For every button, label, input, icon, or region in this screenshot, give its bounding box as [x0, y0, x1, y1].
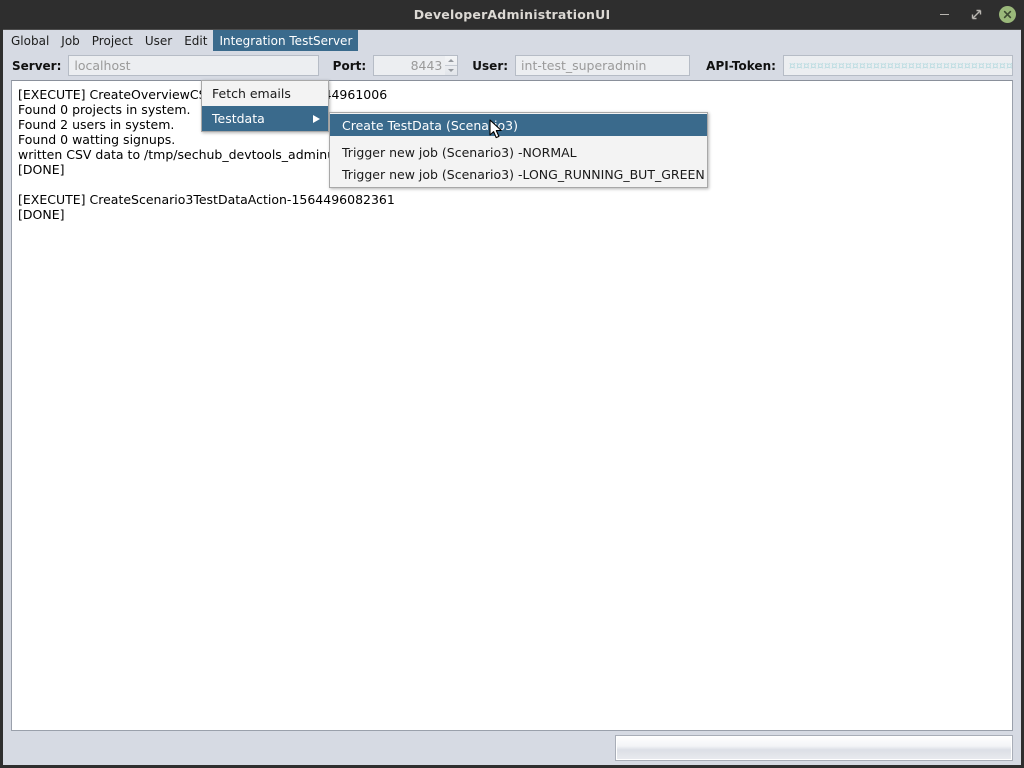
window-title: DeveloperAdministrationUI — [413, 7, 611, 22]
submenu-arrow-icon — [313, 114, 320, 123]
menu-item-trigger-job-normal[interactable]: Trigger new job (Scenario3) -NORMAL — [330, 141, 707, 163]
api-token-label: API-Token: — [706, 58, 776, 73]
progress-bar — [615, 735, 1013, 761]
application-window: DeveloperAdministrationUI Global Job Pro… — [0, 0, 1024, 768]
menu-item-fetch-emails[interactable]: Fetch emails — [202, 81, 328, 106]
minimize-icon[interactable] — [935, 6, 953, 24]
chevron-up-icon — [448, 58, 455, 62]
menu-item-testdata[interactable]: Testdata — [202, 106, 328, 131]
menu-bar: Global Job Project User Edit Integration… — [3, 30, 1021, 51]
port-label: Port: — [332, 58, 367, 73]
port-stepper-down[interactable] — [445, 66, 457, 76]
chevron-down-icon — [448, 68, 455, 72]
menu-project[interactable]: Project — [86, 30, 139, 51]
status-bar — [3, 731, 1021, 765]
api-token-input[interactable]: ¤¤¤¤¤¤¤¤¤¤¤¤¤¤¤¤¤¤¤¤¤¤¤¤¤¤¤¤¤¤¤¤¤¤ — [782, 55, 1013, 76]
server-label: Server: — [12, 58, 62, 73]
close-icon[interactable] — [999, 6, 1016, 23]
integration-testserver-menu: Fetch emails Testdata — [201, 80, 329, 132]
menu-integration-testserver[interactable]: Integration TestServer — [213, 30, 359, 51]
user-input[interactable]: int-test_superadmin — [515, 55, 691, 76]
testdata-submenu: Create TestData (Scenario3) Trigger new … — [329, 112, 708, 188]
port-stepper-up[interactable] — [445, 56, 458, 66]
maximize-icon[interactable] — [967, 6, 985, 24]
server-input[interactable]: localhost — [68, 55, 319, 76]
connection-toolbar: Server: localhost Port: 8443 User: int-t… — [3, 51, 1021, 80]
menu-user[interactable]: User — [139, 30, 178, 51]
client-area: Global Job Project User Edit Integration… — [3, 29, 1021, 765]
title-bar: DeveloperAdministrationUI — [0, 0, 1024, 29]
menu-job[interactable]: Job — [55, 30, 86, 51]
menu-item-trigger-job-long-running[interactable]: Trigger new job (Scenario3) -LONG_RUNNIN… — [330, 163, 707, 185]
menu-global[interactable]: Global — [3, 30, 55, 51]
menu-edit[interactable]: Edit — [178, 30, 213, 51]
port-stepper[interactable] — [445, 55, 459, 76]
user-label: User: — [472, 58, 509, 73]
menu-item-testdata-label: Testdata — [212, 111, 265, 126]
window-controls — [935, 0, 1016, 29]
port-input[interactable]: 8443 — [373, 55, 446, 76]
menu-item-create-testdata-scenario3[interactable]: Create TestData (Scenario3) — [330, 114, 707, 136]
